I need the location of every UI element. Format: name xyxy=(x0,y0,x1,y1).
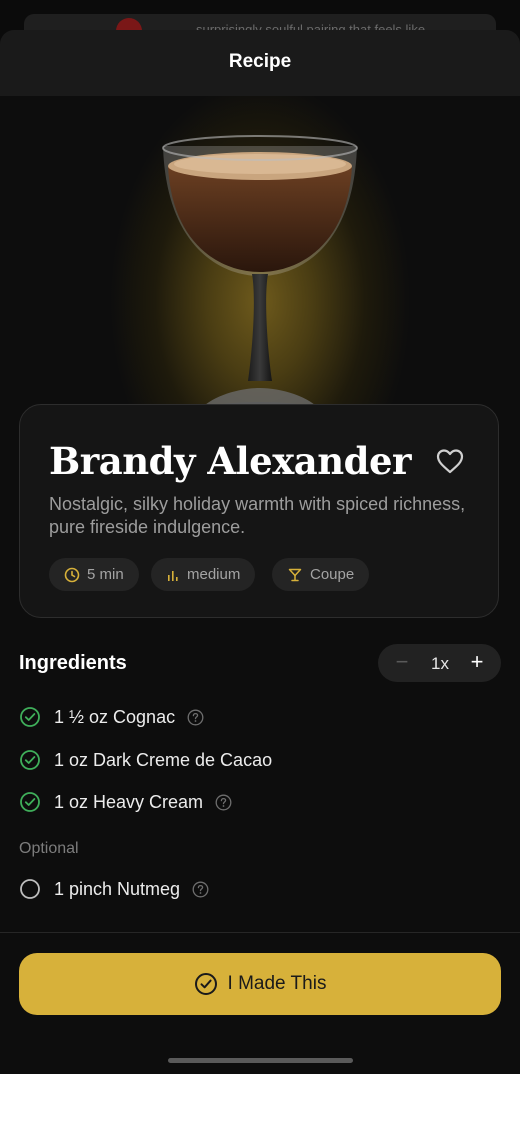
empty-circle-icon xyxy=(20,879,40,899)
divider xyxy=(0,932,520,933)
difficulty-bars-icon xyxy=(168,570,178,581)
sheet-title: Recipe xyxy=(228,51,292,72)
sheet-header: Recipe xyxy=(0,30,520,96)
recipe-info-card: Brandy Alexander Nostalgic, silky holida… xyxy=(19,404,499,618)
drink-description: Nostalgic, silky holiday warmth with spi… xyxy=(49,494,466,537)
glass-pill: Coupe xyxy=(272,558,370,591)
help-icon[interactable] xyxy=(192,881,209,898)
ingredient-row[interactable]: 1 oz Heavy Cream xyxy=(19,789,232,815)
servings-stepper: − 1x + xyxy=(378,644,501,682)
recipe-sheet: Recipe Brandy Alexander Nostalgic, silky… xyxy=(0,30,520,1074)
i-made-this-button[interactable]: I Made This xyxy=(19,953,501,1015)
help-icon[interactable] xyxy=(215,794,232,811)
ingredient-row[interactable]: 1 ½ oz Cognac xyxy=(19,704,204,730)
time-pill: 5 min xyxy=(49,558,139,591)
check-circle-icon xyxy=(194,973,217,995)
optional-label: Optional xyxy=(19,840,79,857)
difficulty-pill: medium xyxy=(151,558,256,591)
difficulty-label: medium xyxy=(187,566,241,583)
heart-icon xyxy=(436,449,464,474)
cocktail-glass-icon xyxy=(288,568,302,581)
ingredient-text: 1 oz Dark Creme de Cacao xyxy=(54,749,273,770)
help-icon[interactable] xyxy=(187,709,204,726)
ingredient-row[interactable]: 1 oz Dark Creme de Cacao xyxy=(19,747,272,773)
increase-servings-button[interactable]: + xyxy=(466,651,488,674)
decrease-servings-button[interactable]: − xyxy=(392,651,412,674)
i-made-this-label: I Made This xyxy=(227,973,327,994)
ingredient-row[interactable]: 1 pinch Nutmeg xyxy=(19,876,209,902)
coupe-glass-illustration xyxy=(162,135,358,426)
home-indicator xyxy=(168,1058,353,1063)
clock-icon xyxy=(64,567,80,582)
check-circle-icon xyxy=(20,792,40,812)
drink-name: Brandy Alexander xyxy=(49,439,412,483)
glass-label: Coupe xyxy=(310,566,355,583)
check-circle-icon xyxy=(20,707,40,727)
servings-value: 1x xyxy=(431,654,449,673)
ingredient-text: 1 oz Heavy Cream xyxy=(54,791,204,812)
cocktail-hero-image xyxy=(0,96,520,436)
ingredients-title: Ingredients xyxy=(19,652,127,674)
check-circle-icon xyxy=(20,750,40,770)
ingredient-text: 1 pinch Nutmeg xyxy=(54,878,181,899)
time-label: 5 min xyxy=(87,566,124,583)
ingredient-text: 1 ½ oz Cognac xyxy=(54,706,176,727)
favorite-button[interactable] xyxy=(434,445,466,477)
